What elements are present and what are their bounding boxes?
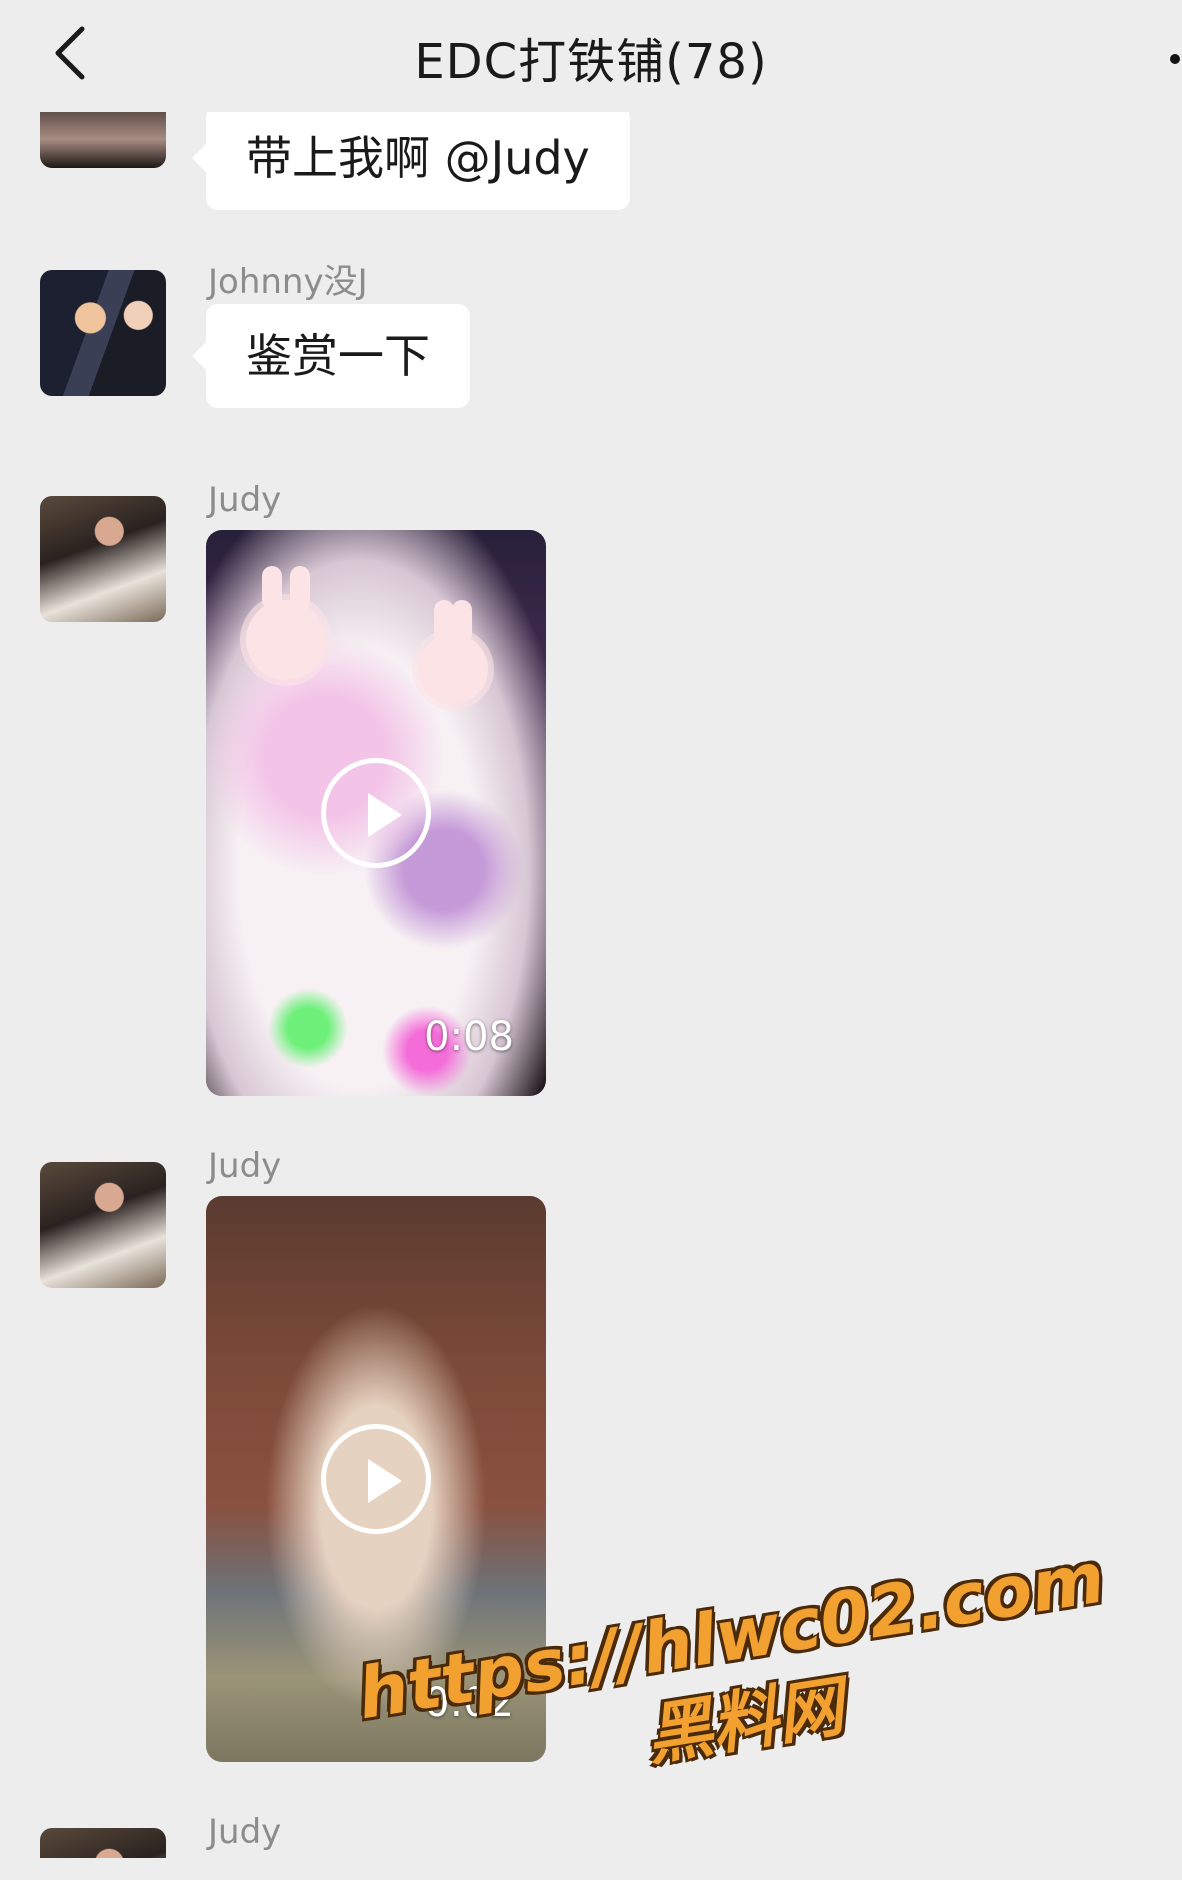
sender-name: Judy	[208, 480, 282, 520]
sender-name: Johnny没J	[208, 262, 368, 302]
avatar[interactable]	[40, 270, 166, 396]
more-dots-icon	[1170, 54, 1180, 64]
more-button[interactable]	[1162, 40, 1182, 70]
top-bar: EDC打铁铺(78)	[0, 0, 1182, 112]
avatar[interactable]	[40, 112, 166, 168]
play-icon	[321, 758, 431, 868]
play-icon	[321, 1424, 431, 1534]
avatar[interactable]	[40, 496, 166, 622]
video-message[interactable]: 0:08	[206, 530, 546, 1096]
sender-name: Judy	[208, 1146, 282, 1186]
avatar[interactable]	[40, 1162, 166, 1288]
video-duration: 0:08	[424, 1014, 514, 1060]
bunny-sticker-icon	[418, 600, 488, 704]
message-bubble[interactable]: 鉴赏一下	[192, 304, 470, 408]
avatar[interactable]	[40, 1828, 166, 1858]
chat-title: EDC打铁铺(78)	[414, 34, 768, 90]
bunny-sticker-icon	[246, 566, 326, 680]
message-bubble[interactable]: 带上我啊 @Judy	[192, 112, 630, 210]
sender-name: Judy	[208, 1812, 282, 1852]
